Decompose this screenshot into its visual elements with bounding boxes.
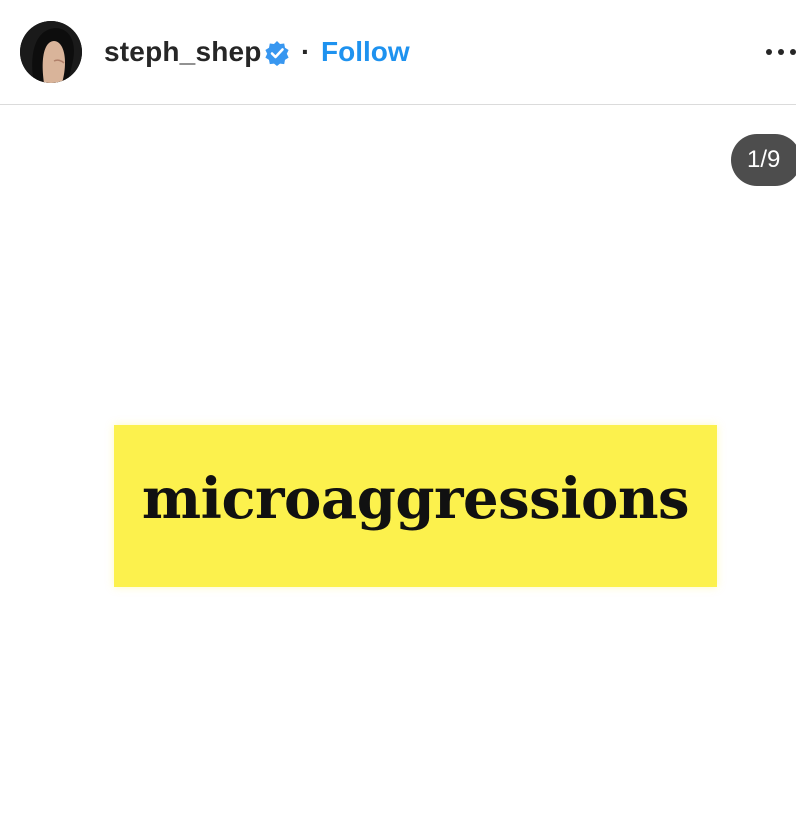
- more-options-icon[interactable]: [766, 42, 796, 62]
- dot: [778, 49, 784, 55]
- post-media[interactable]: 1/9 microaggressions: [0, 106, 796, 813]
- username[interactable]: steph_shep: [104, 36, 262, 68]
- separator-dot: ·: [301, 36, 311, 67]
- dot: [766, 49, 772, 55]
- dot: [790, 49, 796, 55]
- post-header: steph_shep · Follow: [0, 0, 796, 105]
- verified-badge-icon: [264, 40, 290, 66]
- image-text: microaggressions: [141, 466, 690, 532]
- image-banner: microaggressions: [114, 425, 717, 587]
- avatar[interactable]: [20, 21, 82, 83]
- slide-counter: 1/9: [731, 134, 796, 186]
- follow-button[interactable]: Follow: [321, 36, 410, 68]
